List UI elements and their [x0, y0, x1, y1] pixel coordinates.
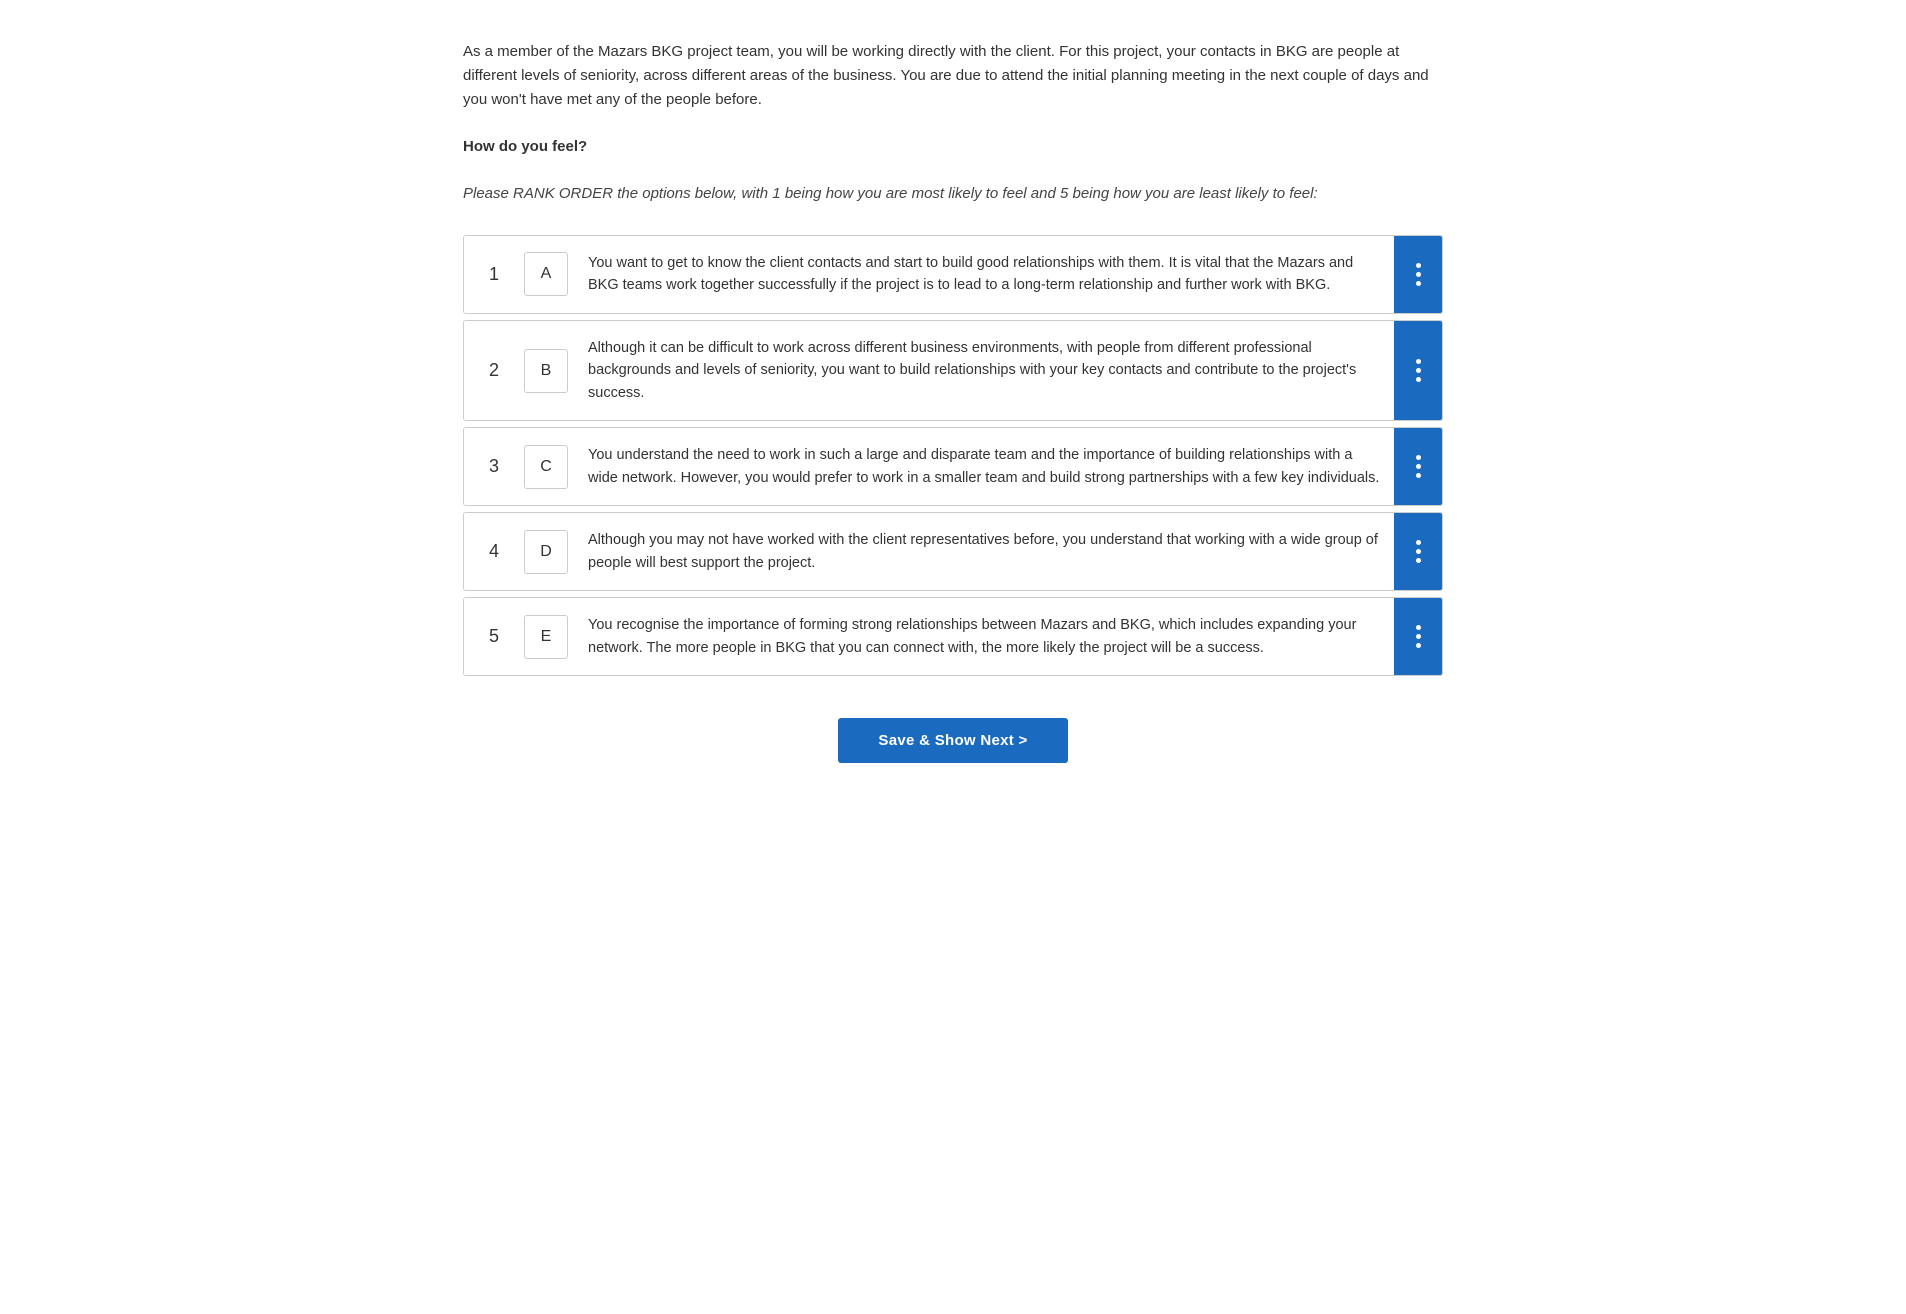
dot-3	[1416, 281, 1421, 286]
dot-1	[1416, 359, 1421, 364]
drag-handle[interactable]	[1394, 428, 1442, 505]
rank-item: 4 D Although you may not have worked wit…	[463, 512, 1443, 591]
drag-handle[interactable]	[1394, 321, 1442, 420]
dot-1	[1416, 455, 1421, 460]
rank-number: 4	[464, 513, 524, 590]
drag-dots-icon	[1416, 625, 1421, 648]
drag-dots-icon	[1416, 263, 1421, 286]
dot-2	[1416, 634, 1421, 639]
rank-number: 2	[464, 321, 524, 420]
rank-letter: D	[524, 530, 568, 574]
drag-dots-icon	[1416, 359, 1421, 382]
rank-number: 5	[464, 598, 524, 675]
dot-3	[1416, 643, 1421, 648]
rank-content-text: Although it can be difficult to work acr…	[576, 321, 1394, 420]
drag-handle[interactable]	[1394, 598, 1442, 675]
rank-item: 2 B Although it can be difficult to work…	[463, 320, 1443, 421]
dot-2	[1416, 272, 1421, 277]
dot-2	[1416, 368, 1421, 373]
drag-handle[interactable]	[1394, 513, 1442, 590]
dot-2	[1416, 464, 1421, 469]
rank-letter: E	[524, 615, 568, 659]
rank-number: 3	[464, 428, 524, 505]
dot-1	[1416, 540, 1421, 545]
rank-number: 1	[464, 236, 524, 313]
drag-handle[interactable]	[1394, 236, 1442, 313]
intro-paragraph: As a member of the Mazars BKG project te…	[463, 40, 1443, 112]
page-container: As a member of the Mazars BKG project te…	[403, 0, 1503, 823]
dot-1	[1416, 625, 1421, 630]
rank-content-text: Although you may not have worked with th…	[576, 513, 1394, 590]
save-next-button[interactable]: Save & Show Next >	[838, 718, 1067, 763]
dot-1	[1416, 263, 1421, 268]
dot-3	[1416, 473, 1421, 478]
rank-content-text: You understand the need to work in such …	[576, 428, 1394, 505]
rank-letter: C	[524, 445, 568, 489]
rank-content-text: You recognise the importance of forming …	[576, 598, 1394, 675]
rank-instruction: Please RANK ORDER the options below, wit…	[463, 183, 1443, 206]
rank-item: 3 C You understand the need to work in s…	[463, 427, 1443, 506]
dot-3	[1416, 377, 1421, 382]
rank-item: 1 A You want to get to know the client c…	[463, 235, 1443, 314]
dot-3	[1416, 558, 1421, 563]
question-label: How do you feel?	[463, 136, 1443, 159]
drag-dots-icon	[1416, 455, 1421, 478]
button-row: Save & Show Next >	[463, 718, 1443, 763]
rank-letter: B	[524, 349, 568, 393]
rank-item: 5 E You recognise the importance of form…	[463, 597, 1443, 676]
rank-content-text: You want to get to know the client conta…	[576, 236, 1394, 313]
drag-dots-icon	[1416, 540, 1421, 563]
rank-list: 1 A You want to get to know the client c…	[463, 235, 1443, 682]
rank-letter: A	[524, 252, 568, 296]
dot-2	[1416, 549, 1421, 554]
